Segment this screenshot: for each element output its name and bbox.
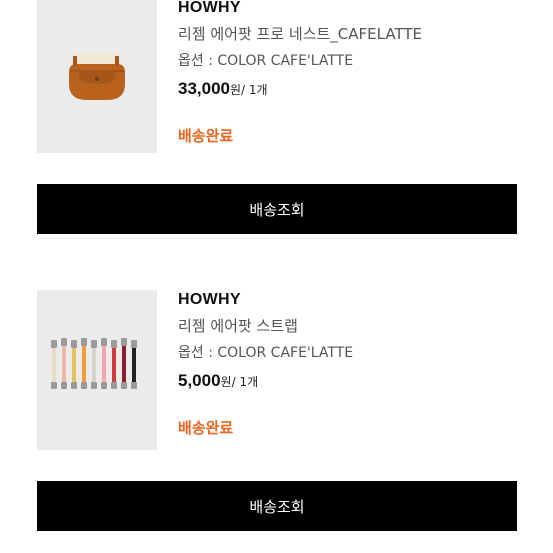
track-delivery-button[interactable]: 배송조회 — [37, 481, 517, 531]
product-name[interactable]: 리젬 에어팟 스트랩 — [178, 316, 353, 336]
delivery-status: 배송완료 — [178, 127, 234, 145]
airpods-case-image — [37, 0, 157, 153]
product-price: 33,000원/ 1개 — [178, 78, 422, 100]
brand-name[interactable]: HOWHY — [178, 290, 353, 310]
strap-set-image — [37, 290, 157, 450]
product-option: 옵션 : COLOR CAFE'LATTE — [178, 345, 354, 361]
product-info: HOWHY 리젬 에어팟 프로 네스트_CAFELATTE 옵션 : COLOR… — [178, 0, 422, 146]
price-unit: 원/ 1개 — [230, 83, 268, 97]
divider — [37, 238, 517, 239]
product-info: HOWHY 리젬 에어팟 스트랩 옵션 : COLOR CAFE'LATTE 5… — [178, 290, 353, 438]
price-amount: 33,000 — [178, 79, 230, 98]
product-price: 5,000원/ 1개 — [178, 370, 353, 392]
product-option: 옵션 : COLOR CAFE'LATTE — [178, 53, 354, 69]
product-thumbnail[interactable] — [37, 0, 157, 153]
price-unit: 원/ 1개 — [220, 375, 259, 389]
product-name[interactable]: 리젬 에어팟 프로 네스트_CAFELATTE — [178, 24, 422, 44]
brand-name[interactable]: HOWHY — [178, 0, 422, 18]
track-delivery-button[interactable]: 배송조회 — [37, 184, 517, 234]
delivery-status: 배송완료 — [178, 419, 234, 437]
price-amount: 5,000 — [178, 371, 221, 390]
product-thumbnail[interactable] — [37, 290, 157, 450]
